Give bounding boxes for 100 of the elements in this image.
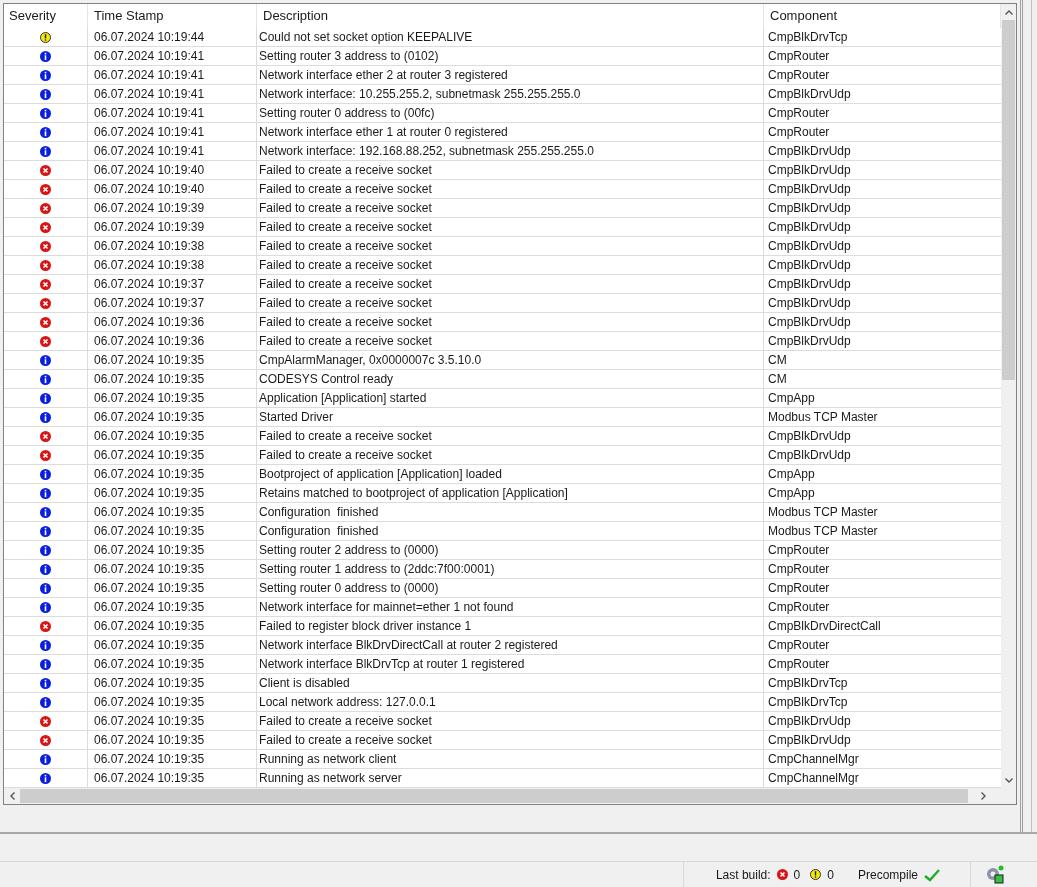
table-cell-text: CmpRouter — [767, 124, 831, 141]
table-cell: 06.07.2024 10:19:44 — [88, 28, 257, 46]
table-cell: Network interface BlkDrvTcp at router 1 registered — [257, 655, 764, 673]
error-icon — [40, 221, 51, 233]
table-cell: 06.07.2024 10:19:35 — [88, 617, 257, 635]
table-cell-text: CmpApp — [767, 485, 816, 502]
error-icon — [40, 449, 51, 461]
info-icon — [40, 772, 51, 784]
table-cell: Failed to create a receive socket — [257, 218, 764, 236]
table-cell-text: CmpRouter — [767, 561, 831, 578]
table-cell: Client is disabled — [257, 674, 764, 692]
column-header[interactable]: Severity — [4, 4, 88, 28]
info-icon — [40, 544, 51, 556]
horizontal-scrollbar[interactable] — [4, 788, 1016, 804]
table-cell: Failed to create a receive socket — [257, 199, 764, 217]
table-cell: Setting router 2 address to (0000) — [257, 541, 764, 559]
info-icon — [40, 677, 51, 689]
table-cell: 06.07.2024 10:19:35 — [88, 655, 257, 673]
error-icon — [40, 240, 51, 252]
table-cell: 06.07.2024 10:19:35 — [88, 484, 257, 502]
table-cell-text: CmpRouter — [767, 637, 831, 654]
table-cell: 06.07.2024 10:19:40 — [88, 180, 257, 198]
scroll-down-icon[interactable] — [1004, 777, 1013, 783]
table-cell: 06.07.2024 10:19:35 — [88, 560, 257, 578]
table-cell: 06.07.2024 10:19:41 — [88, 66, 257, 84]
scroll-up-icon[interactable] — [1004, 9, 1013, 15]
table-cell: Application [Application] started — [257, 389, 764, 407]
info-icon — [40, 411, 51, 423]
table-cell-text: CmpRouter — [767, 67, 831, 84]
table-cell-text: CmpBlkDrvUdp — [767, 276, 852, 293]
table-cell: 06.07.2024 10:19:41 — [88, 47, 257, 65]
table-cell-text: Modbus TCP Master — [767, 504, 879, 521]
table-cell: 06.07.2024 10:19:35 — [88, 598, 257, 616]
table-cell: Failed to create a receive socket — [257, 446, 764, 464]
table-cell: 06.07.2024 10:19:36 — [88, 313, 257, 331]
error-icon — [40, 316, 51, 328]
warning-icon — [40, 31, 51, 43]
table-cell: Running as network server — [257, 769, 764, 787]
scrollbar-thumb[interactable] — [20, 789, 968, 803]
table-cell: Setting router 0 address to (00fc) — [257, 104, 764, 122]
error-icon — [776, 869, 788, 880]
table-cell: Failed to create a receive socket — [257, 180, 764, 198]
table-cell: 06.07.2024 10:19:35 — [88, 522, 257, 540]
status-label: Precompile — [857, 866, 918, 884]
error-icon — [40, 297, 51, 309]
table-cell: Bootproject of application [Application] loaded — [257, 465, 764, 483]
table-cell-text: CmpBlkDrvUdp — [767, 238, 852, 255]
column-header[interactable]: Time Stamp — [88, 4, 257, 28]
error-icon — [40, 183, 51, 195]
table-cell-text: CmpRouter — [767, 599, 831, 616]
table-cell: Could not set socket option KEEPALIVE — [257, 28, 764, 46]
status-label: Last build: — [715, 866, 771, 884]
warning-count: 0 — [827, 866, 834, 884]
table-cell-text: CmpBlkDrvUdp — [767, 732, 852, 749]
info-icon — [40, 563, 51, 575]
table-cell: Configuration finished — [257, 503, 764, 521]
table-cell: Failed to create a receive socket — [257, 712, 764, 730]
scroll-left-icon[interactable] — [9, 792, 15, 800]
table-cell-text: CmpChannelMgr — [767, 751, 860, 768]
table-cell: Network interface ether 2 at router 3 registered — [257, 66, 764, 84]
table-cell: 06.07.2024 10:19:35 — [88, 636, 257, 654]
table-cell: 06.07.2024 10:19:38 — [88, 237, 257, 255]
vertical-scrollbar[interactable] — [1001, 4, 1016, 788]
table-cell: 06.07.2024 10:19:41 — [88, 142, 257, 160]
table-cell: 06.07.2024 10:19:35 — [88, 579, 257, 597]
info-icon — [40, 753, 51, 765]
table-cell: 06.07.2024 10:19:35 — [88, 427, 257, 445]
table-cell-text: CmpBlkDrvUdp — [767, 257, 852, 274]
table-cell-text: CmpBlkDrvUdp — [767, 200, 852, 217]
warning-icon — [810, 869, 822, 880]
table-cell: 06.07.2024 10:19:35 — [88, 674, 257, 692]
table-cell: 06.07.2024 10:19:39 — [88, 218, 257, 236]
column-header[interactable]: Description — [257, 4, 764, 28]
info-icon — [40, 107, 51, 119]
table-cell-text: CmpBlkDrvUdp — [767, 162, 852, 179]
table-cell: Network interface for mainnet=ether 1 not found — [257, 598, 764, 616]
table-cell-text: CmpRouter — [767, 542, 831, 559]
info-icon — [40, 354, 51, 366]
table-cell: 06.07.2024 10:19:35 — [88, 731, 257, 749]
table-cell: 06.07.2024 10:19:35 — [88, 465, 257, 483]
table-cell: CODESYS Control ready — [257, 370, 764, 388]
table-cell: Failed to create a receive socket — [257, 313, 764, 331]
table-cell: 06.07.2024 10:19:35 — [88, 351, 257, 369]
table-cell-text: Modbus TCP Master — [767, 523, 879, 540]
table-cell: 06.07.2024 10:19:38 — [88, 256, 257, 274]
scrollbar-thumb[interactable] — [1002, 20, 1015, 380]
table-cell: 06.07.2024 10:19:39 — [88, 199, 257, 217]
table-cell: Failed to create a receive socket — [257, 332, 764, 350]
table-cell-text: CmpRouter — [767, 105, 831, 122]
error-icon — [40, 620, 51, 632]
table-cell: Running as network client — [257, 750, 764, 768]
info-icon — [40, 69, 51, 81]
error-count: 0 — [793, 866, 801, 884]
error-icon — [40, 335, 51, 347]
table-cell: Setting router 3 address to (0102) — [257, 47, 764, 65]
table-cell-text: CmpBlkDrvUdp — [767, 713, 852, 730]
scroll-right-icon[interactable] — [980, 792, 986, 800]
info-icon — [40, 145, 51, 157]
info-icon — [40, 88, 51, 100]
table-cell: 06.07.2024 10:19:35 — [88, 370, 257, 388]
